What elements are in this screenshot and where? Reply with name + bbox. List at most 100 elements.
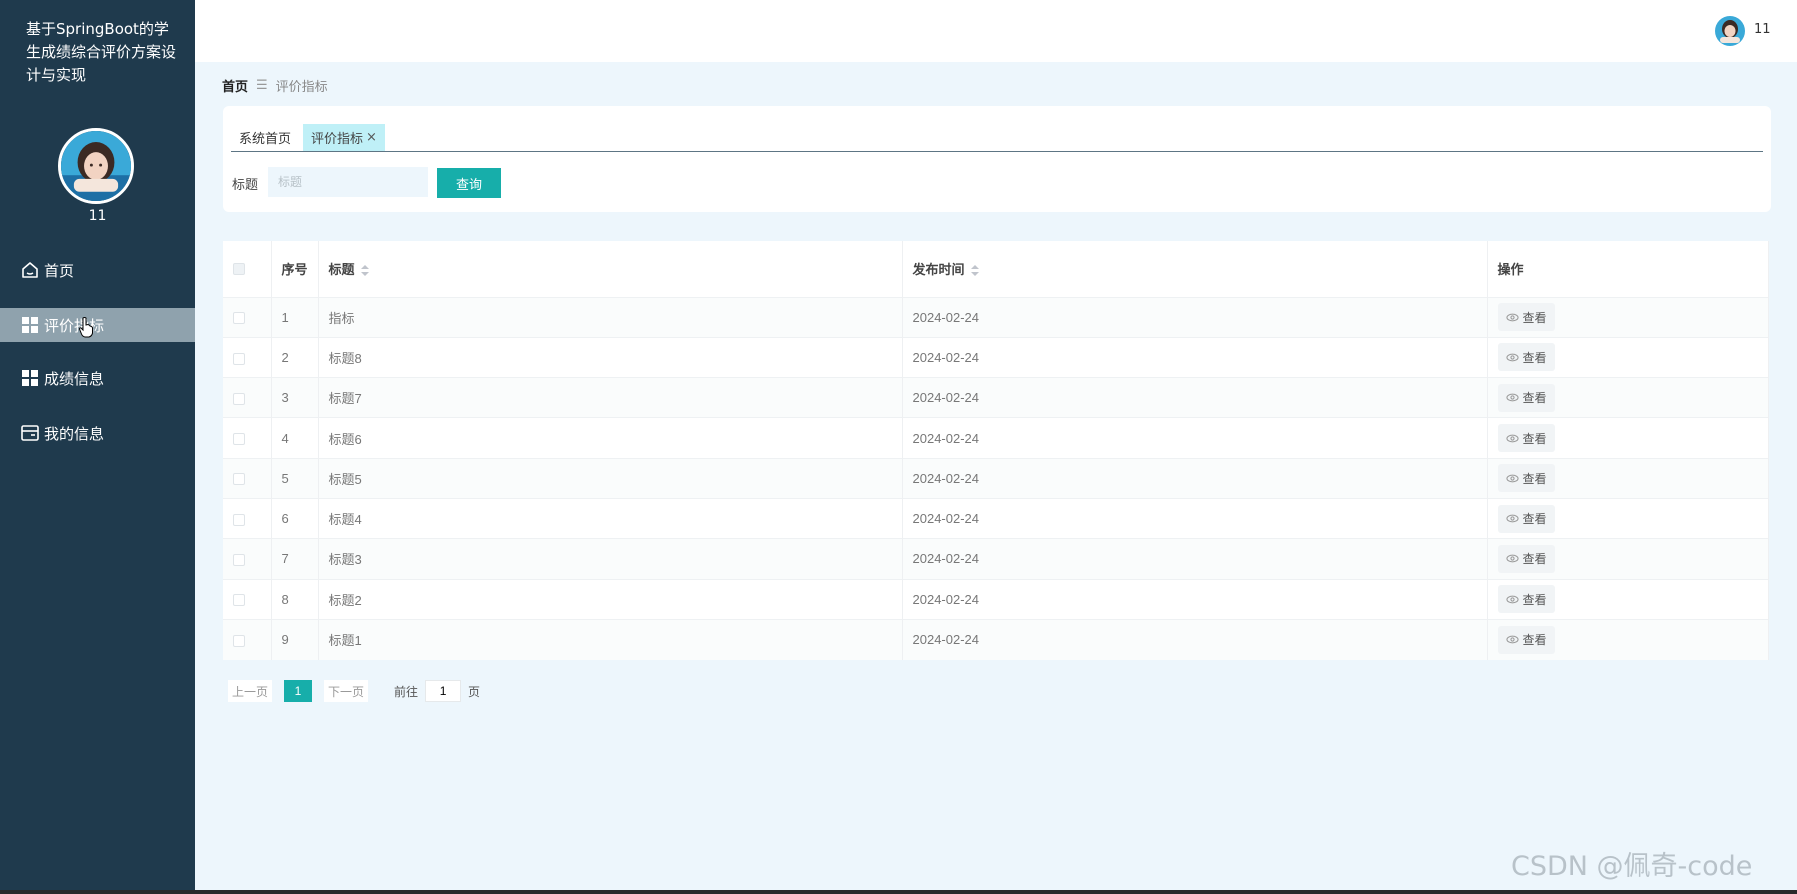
view-label: 查看: [1522, 633, 1547, 648]
row-title: 标题5: [318, 457, 903, 499]
sidebar-item-evaluation-index[interactable]: 评价指标: [0, 308, 195, 342]
sidebar: 基于SpringBoot的学生成绩综合评价方案设计与实现 11 首页 评价指标: [0, 0, 195, 894]
goto-page-input[interactable]: [425, 680, 462, 702]
tab-bar: 系统首页 评价指标 ×: [231, 124, 1763, 152]
grid-icon: [20, 368, 40, 388]
row-checkbox[interactable]: [233, 594, 245, 607]
header-title[interactable]: 标题: [318, 241, 903, 297]
header-avatar[interactable]: [1715, 16, 1745, 46]
pagination: 上一页 1 下一页 前往 页: [228, 680, 480, 702]
breadcrumb: 首页 ☰ 评价指标: [222, 76, 328, 95]
row-checkbox[interactable]: [233, 473, 245, 486]
row-select-cell: [223, 296, 272, 338]
row-index: 8: [271, 578, 319, 620]
row-select-cell: [223, 618, 272, 660]
header-actions: 操作: [1487, 241, 1769, 297]
row-actions: 查看: [1487, 417, 1769, 459]
view-label: 查看: [1522, 471, 1547, 486]
sidebar-item-my-info[interactable]: 我的信息: [0, 416, 195, 450]
view-button[interactable]: 查看: [1497, 383, 1555, 412]
goto-label: 前往: [394, 684, 419, 699]
row-date: 2024-02-24: [902, 296, 1488, 338]
sidebar-item-label: 首页: [44, 261, 75, 280]
prev-page-button[interactable]: 上一页: [228, 680, 273, 702]
close-icon[interactable]: ×: [366, 130, 377, 145]
view-label: 查看: [1522, 552, 1547, 567]
table-row: 2 标题8 2024-02-24 查看: [223, 336, 1769, 378]
eye-icon: [1505, 514, 1519, 523]
table-row: 5 标题5 2024-02-24 查看: [223, 457, 1769, 499]
top-bar: [195, 0, 1797, 62]
select-all-checkbox[interactable]: [233, 262, 245, 275]
row-title: 标题7: [318, 377, 903, 418]
view-label: 查看: [1522, 391, 1547, 406]
view-label: 查看: [1522, 592, 1547, 607]
header-username[interactable]: 11: [1754, 22, 1771, 37]
search-label: 标题: [232, 178, 259, 193]
row-actions: 查看: [1487, 336, 1769, 378]
row-checkbox[interactable]: [233, 553, 245, 566]
row-index: 6: [271, 497, 319, 539]
breadcrumb-current: 评价指标: [275, 80, 328, 95]
view-button[interactable]: 查看: [1497, 424, 1555, 453]
tab-evaluation-index[interactable]: 评价指标 ×: [303, 124, 385, 151]
view-label: 查看: [1522, 310, 1547, 325]
view-button[interactable]: 查看: [1497, 303, 1555, 332]
row-date: 2024-02-24: [902, 377, 1488, 418]
search-button[interactable]: 查询: [437, 168, 501, 198]
row-date: 2024-02-24: [902, 618, 1488, 660]
row-select-cell: [223, 497, 272, 539]
row-checkbox[interactable]: [233, 513, 245, 526]
view-label: 查看: [1522, 512, 1547, 527]
sidebar-item-home[interactable]: 首页: [0, 253, 195, 287]
view-button[interactable]: 查看: [1497, 625, 1555, 654]
sidebar-item-grades[interactable]: 成绩信息: [0, 361, 195, 395]
sort-icon[interactable]: [970, 264, 979, 277]
row-checkbox[interactable]: [233, 634, 245, 647]
row-select-cell: [223, 578, 272, 620]
hand-cursor-icon: [78, 317, 94, 338]
sidebar-item-label: 评价指标: [44, 316, 105, 335]
eye-icon: [1505, 434, 1519, 442]
view-button[interactable]: 查看: [1497, 544, 1555, 573]
row-select-cell: [223, 538, 272, 580]
grid-icon: [20, 315, 40, 335]
sort-icon[interactable]: [360, 264, 369, 277]
tab-system-home[interactable]: 系统首页: [231, 124, 299, 151]
tab-label: 评价指标: [311, 132, 364, 147]
sidebar-item-label: 成绩信息: [44, 369, 105, 388]
row-actions: 查看: [1487, 497, 1769, 539]
row-actions: 查看: [1487, 618, 1769, 660]
table-row: 8 标题2 2024-02-24 查看: [223, 578, 1769, 620]
row-index: 1: [271, 296, 319, 338]
view-button[interactable]: 查看: [1497, 343, 1555, 372]
eye-icon: [1505, 595, 1519, 604]
card-icon: [20, 423, 40, 443]
row-title: 标题8: [318, 336, 903, 378]
row-title: 标题4: [318, 497, 903, 539]
table-row: 9 标题1 2024-02-24 查看: [223, 618, 1769, 660]
row-checkbox[interactable]: [233, 433, 245, 446]
row-index: 3: [271, 377, 319, 418]
sidebar-item-label: 我的信息: [44, 424, 105, 443]
row-title: 标题2: [318, 578, 903, 620]
sidebar-username: 11: [88, 208, 107, 224]
breadcrumb-home[interactable]: 首页: [222, 76, 248, 95]
table-row: 3 标题7 2024-02-24 查看: [223, 377, 1769, 418]
row-checkbox[interactable]: [233, 392, 245, 405]
next-page-button[interactable]: 下一页: [324, 680, 369, 702]
row-actions: 查看: [1487, 538, 1769, 580]
row-checkbox[interactable]: [233, 312, 245, 325]
view-button[interactable]: 查看: [1497, 585, 1555, 614]
row-checkbox[interactable]: [233, 352, 245, 365]
search-input[interactable]: [268, 167, 428, 197]
header-publish-time[interactable]: 发布时间: [902, 241, 1488, 297]
view-button[interactable]: 查看: [1497, 504, 1555, 533]
eye-icon: [1505, 393, 1519, 402]
table-row: 1 指标 2024-02-24 查看: [223, 296, 1769, 338]
row-actions: 查看: [1487, 578, 1769, 620]
tab-label: 系统首页: [239, 132, 292, 147]
system-title: 基于SpringBoot的学生成绩综合评价方案设计与实现: [26, 20, 177, 84]
view-button[interactable]: 查看: [1497, 464, 1555, 493]
page-number-active[interactable]: 1: [284, 680, 313, 702]
